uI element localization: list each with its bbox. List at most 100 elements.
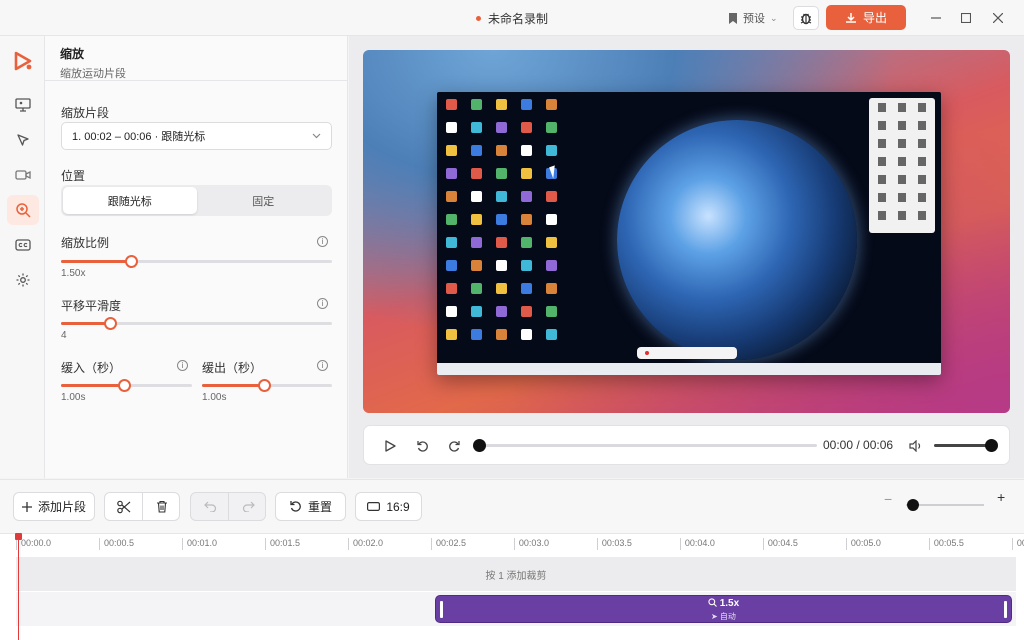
bookmark-icon <box>729 12 737 24</box>
ease-in-slider[interactable] <box>61 379 192 392</box>
cut-hint: 按 1 添加裁剪 <box>485 570 547 582</box>
reset-label: 重置 <box>307 500 332 514</box>
rail-item-settings[interactable] <box>7 265 39 295</box>
camera-icon <box>15 170 31 180</box>
timeline-tick: 00:03.5 <box>596 538 632 550</box>
add-segment-label: 添加片段 <box>37 500 86 514</box>
rail-item-screen[interactable] <box>7 90 39 120</box>
undo-icon <box>203 501 216 512</box>
recording-pill <box>637 347 737 359</box>
timeline-tick: 00:01.5 <box>264 538 300 550</box>
cut-button[interactable] <box>105 493 143 520</box>
zoom-clip-mode: ➤ 自动 <box>436 611 1011 622</box>
undo-button[interactable] <box>191 493 229 520</box>
slider-handle[interactable] <box>103 317 117 330</box>
maximize-icon <box>961 13 971 23</box>
ease-out-slider[interactable] <box>202 379 332 392</box>
rail-item-zoom[interactable] <box>7 195 39 225</box>
smoothing-label: 平移平滑度 <box>61 299 122 313</box>
info-icon[interactable]: i <box>317 298 328 309</box>
panel-header: 缩放 缩放运动片段 <box>45 36 348 81</box>
position-option-follow-cursor[interactable]: 跟随光标 <box>63 187 197 214</box>
slider-handle[interactable] <box>125 255 139 268</box>
clip-end-handle[interactable] <box>1003 601 1007 618</box>
playback-progress[interactable] <box>473 439 817 452</box>
minimize-button[interactable] <box>926 8 946 28</box>
captions-icon <box>15 239 31 251</box>
bug-report-button[interactable] <box>793 6 819 30</box>
timeline-tick: 00:05.0 <box>845 538 881 550</box>
timeline-zoom-handle[interactable] <box>907 499 919 511</box>
preset-label: 预设 <box>743 13 765 25</box>
export-button[interactable]: 导出 <box>826 5 906 30</box>
aspect-ratio-icon <box>367 502 381 511</box>
close-button[interactable] <box>988 8 1008 28</box>
app-logo-icon <box>14 51 32 71</box>
timeline-tick: 00:02.5 <box>430 538 466 550</box>
replay-button[interactable] <box>444 436 464 456</box>
timeline-zoom-out-button[interactable]: − <box>884 491 892 507</box>
title-bar: 未命名录制 预设 ⌄ 导出 <box>0 0 1024 36</box>
left-rail <box>0 36 45 478</box>
zoom-ratio-slider[interactable] <box>61 255 332 268</box>
volume-button[interactable] <box>906 436 926 456</box>
rail-item-captions[interactable] <box>7 230 39 260</box>
timeline-zoom-slider[interactable] <box>906 499 984 511</box>
reset-button[interactable]: 重置 <box>275 492 346 521</box>
playback-handle[interactable] <box>473 439 486 452</box>
preset-dropdown[interactable]: 预设 ⌄ <box>728 8 778 28</box>
cursor-icon <box>17 134 29 146</box>
file-window <box>869 98 935 233</box>
zoom-clip[interactable]: 1.5x ➤ 自动 <box>434 595 1012 623</box>
zoom-icon <box>16 203 31 218</box>
timeline-tick: 00:05.5 <box>928 538 964 550</box>
download-icon <box>845 12 856 23</box>
segment-select[interactable]: 1. 00:02 – 00:06 · 跟随光标 <box>61 122 332 150</box>
redo-icon <box>242 501 255 512</box>
aspect-ratio-button[interactable]: 16:9 <box>355 492 422 521</box>
rail-item-camera[interactable] <box>7 160 39 190</box>
ease-in-value: 1.00s <box>61 392 86 403</box>
timeline-ruler[interactable]: 00:00.0 00:00.5 00:01.0 00:01.5 00:02.0 00:02… <box>16 534 1024 556</box>
zoom-clip-value: 1.5x <box>719 598 740 609</box>
rail-item-cursor[interactable] <box>7 125 39 155</box>
ease-out-label: 缓出（秒） <box>202 361 263 375</box>
play-button[interactable] <box>380 436 400 456</box>
redo-button[interactable] <box>229 493 267 520</box>
panel-subtitle: 缩放运动片段 <box>60 68 126 80</box>
position-option-fixed[interactable]: 固定 <box>197 187 331 214</box>
playhead[interactable] <box>15 533 22 640</box>
info-icon[interactable]: i <box>317 236 328 247</box>
volume-slider[interactable] <box>934 439 998 452</box>
slider-handle[interactable] <box>117 379 131 392</box>
info-icon[interactable]: i <box>317 360 328 371</box>
preview-canvas <box>363 50 1010 413</box>
history-button-group <box>190 492 266 521</box>
zoom-clip-mode-text: 自动 <box>719 612 736 621</box>
info-icon[interactable]: i <box>177 360 188 371</box>
add-segment-button[interactable]: 添加片段 <box>13 492 95 521</box>
delete-button[interactable] <box>143 493 181 520</box>
timeline-tick: 00:02.0 <box>347 538 383 550</box>
pointer-icon: ➤ <box>710 612 720 621</box>
smoothing-slider[interactable] <box>61 317 332 330</box>
playback-time: 00:00 / 00:06 <box>823 438 894 452</box>
earth-wallpaper <box>617 120 857 360</box>
preview-area: 00:00 / 00:06 <box>349 36 1024 478</box>
slider-handle[interactable] <box>258 379 272 392</box>
recorded-screen <box>437 92 941 375</box>
screen-icon <box>15 98 31 112</box>
zoom-ratio-value: 1.50x <box>61 268 86 279</box>
volume-handle[interactable] <box>985 439 998 452</box>
taskbar <box>437 363 941 375</box>
volume-icon <box>909 440 921 452</box>
export-label: 导出 <box>862 11 887 25</box>
zoom-settings-panel: 缩放 缩放运动片段 缩放片段 1. 00:02 – 00:06 · 跟随光标 位… <box>45 36 348 478</box>
timeline-zoom-in-button[interactable]: + <box>997 489 1005 505</box>
maximize-button[interactable] <box>956 8 976 28</box>
timeline-tick: 00:04.0 <box>679 538 715 550</box>
timeline-tick: 00:01.0 <box>181 538 217 550</box>
cut-track[interactable]: 按 1 添加裁剪 <box>16 557 1016 591</box>
bug-icon <box>800 13 812 25</box>
rewind-button[interactable] <box>412 436 432 456</box>
